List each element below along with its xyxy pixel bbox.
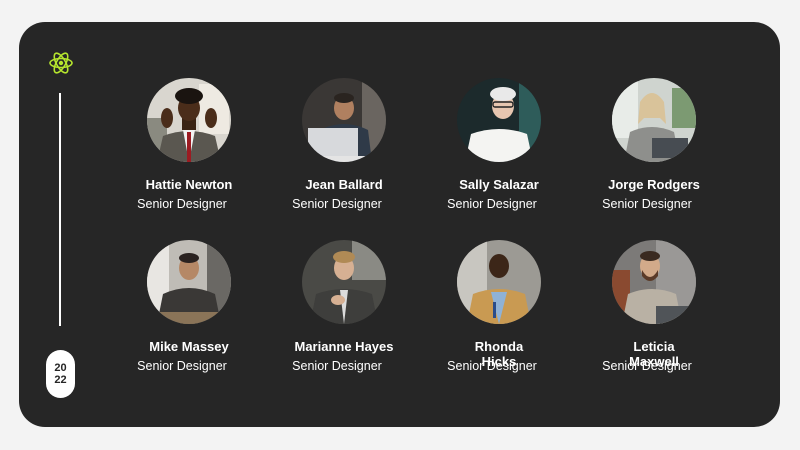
member-photo (147, 240, 231, 324)
year-badge: 20 22 (46, 350, 75, 398)
team-member-card: Mike Massey Senior Designer (119, 240, 259, 380)
team-member-card: Hattie Newton Senior Designer (119, 78, 259, 218)
member-name: Sally Salazar (459, 177, 539, 192)
member-role: Senior Designer (447, 197, 537, 211)
team-member-card: Marianne Hayes Senior Designer (274, 240, 414, 380)
member-role: Senior Designer (137, 197, 227, 211)
member-photo (147, 78, 231, 162)
team-member-card: Jean Ballard Senior Designer (274, 78, 414, 218)
team-member-card: Leticia Maxwell Senior Designer (584, 240, 724, 380)
member-photo (612, 240, 696, 324)
member-role: Senior Designer (602, 197, 692, 211)
member-name: Jorge Rodgers (608, 177, 700, 192)
member-role: Senior Designer (602, 359, 692, 373)
member-name: Mike Massey (149, 339, 229, 354)
atom-logo-icon (48, 49, 74, 77)
team-member-card: Rhonda Hicks Senior Designer (429, 240, 569, 380)
team-member-card: Jorge Rodgers Senior Designer (584, 78, 724, 218)
year-badge-line1: 20 (54, 362, 67, 374)
year-badge-line2: 22 (54, 374, 67, 386)
member-photo (457, 240, 541, 324)
team-member-card: Sally Salazar Senior Designer (429, 78, 569, 218)
member-role: Senior Designer (292, 197, 382, 211)
member-name: Hattie Newton (145, 177, 233, 192)
member-role: Senior Designer (447, 359, 537, 373)
timeline-line (59, 93, 61, 326)
member-role: Senior Designer (137, 359, 227, 373)
member-photo (302, 78, 386, 162)
member-name: Jean Ballard (305, 177, 383, 192)
member-role: Senior Designer (292, 359, 382, 373)
member-photo (302, 240, 386, 324)
member-name: Marianne Hayes (294, 339, 394, 354)
member-photo (612, 78, 696, 162)
team-slide: 20 22 Hattie Newton Senior Designer Jean… (19, 22, 780, 427)
member-photo (457, 78, 541, 162)
